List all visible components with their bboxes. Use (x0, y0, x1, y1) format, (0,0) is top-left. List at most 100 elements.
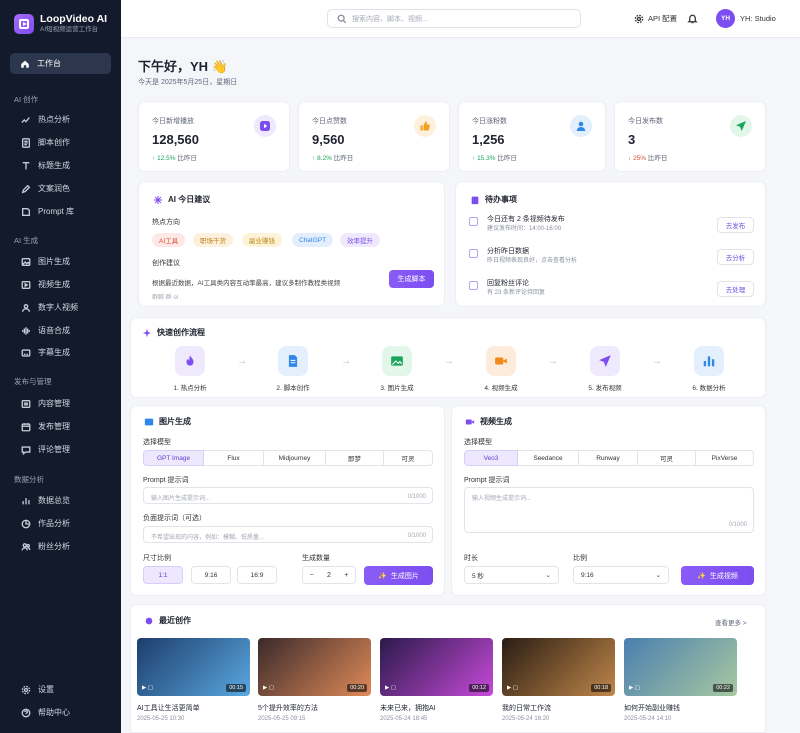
duration-select[interactable]: 5 秒 ⌄ (464, 566, 559, 584)
sidebar-item-title-gen[interactable]: 标题生成 (20, 160, 70, 171)
arrow-right-icon: → (444, 356, 454, 367)
image-model-selector[interactable]: GPT Image Flux Midjourney 即梦 可灵 (143, 450, 433, 466)
sidebar-item-digital-human[interactable]: 数字人视频 (20, 302, 78, 313)
ratio-option[interactable]: 9:16 (191, 566, 231, 584)
checkbox[interactable] (469, 249, 478, 258)
flow-step-image[interactable]: 3. 图片生成 (362, 346, 432, 392)
recent-thumbnail[interactable]: ▶ ▢ 00:20 (258, 638, 371, 696)
recent-thumbnail[interactable]: ▶ ▢ 00:22 (624, 638, 737, 696)
sidebar-item-content-mgmt[interactable]: 内容管理 (20, 398, 70, 409)
model-option[interactable]: 即梦 (326, 450, 384, 466)
recent-title[interactable]: 我的日常工作流 (502, 703, 551, 713)
model-option[interactable]: Midjourney (264, 450, 326, 466)
sidebar-item-data-overview[interactable]: 数据总览 (20, 495, 70, 506)
recent-thumbnail[interactable]: ▶ ▢ 00:12 (380, 638, 493, 696)
page-title: 下午好，YH 👋 (138, 59, 228, 74)
chevron-down-icon: ⌄ (655, 572, 661, 579)
go-analyze-button[interactable]: 去分析 (717, 249, 754, 265)
search-input[interactable]: 搜索内容、脚本、视频... (327, 9, 581, 28)
model-option[interactable]: Flux (204, 450, 264, 466)
arrow-right-icon: → (652, 356, 662, 367)
ratio-option[interactable]: 16:9 (237, 566, 277, 584)
sidebar-item-script[interactable]: 脚本创作 (20, 137, 70, 148)
recent-title[interactable]: 如何开始副业赚钱 (624, 703, 680, 713)
user-menu[interactable]: YH YH: Studio (716, 9, 776, 28)
checkbox[interactable] (469, 217, 478, 226)
card-title: 最近创作 (159, 616, 191, 625)
sidebar-item-settings[interactable]: 设置 (20, 684, 54, 695)
tag-side-hustle[interactable]: 副业赚钱 (242, 233, 282, 247)
image-icon (20, 256, 31, 267)
model-option[interactable]: Seedance (518, 450, 579, 466)
model-option[interactable]: Runway (579, 450, 638, 466)
sidebar-item-work-analysis[interactable]: 作品分析 (20, 518, 70, 529)
quantity-stepper[interactable]: −2 + (302, 566, 356, 584)
tag-chatgpt[interactable]: ChatGPT (292, 233, 334, 247)
stat-card-plays[interactable]: 今日新增播放 128,560 ↑ 12.5% 比昨日 (138, 101, 290, 172)
view-more-link[interactable]: 查看更多 > (715, 617, 747, 627)
video-prompt-input[interactable]: 输入视频生成提示词... 0/1000 (464, 487, 754, 533)
sidebar-item-hot-analysis[interactable]: 热点分析 (20, 114, 70, 125)
recent-title[interactable]: 未来已来，拥抱AI (380, 703, 436, 713)
ratio-select[interactable]: 9:16 ⌄ (573, 566, 669, 584)
tag-career[interactable]: 职场干货 (193, 233, 233, 247)
sidebar-item-comment-mgmt[interactable]: 评论管理 (20, 444, 70, 455)
checkbox[interactable] (469, 281, 478, 290)
api-config-button[interactable]: API 配置 (633, 13, 677, 24)
sidebar-item-workbench[interactable]: 工作台 (10, 53, 111, 74)
edit-icon (20, 183, 31, 194)
ratio-option[interactable]: 1:1 (143, 566, 183, 584)
todo-item[interactable]: 今日还有 2 条视频待发布 建议发布时间：14:00-16:00 (469, 215, 565, 234)
page-date: 今天是 2025年5月25日，星期日 (138, 79, 238, 86)
image-prompt-input[interactable]: 输入图片生成提示词... 0/1000 (143, 487, 433, 504)
recent-title[interactable]: 5个提升效率的方法 (258, 703, 318, 713)
flow-step-analytics[interactable]: 6. 数据分析 (674, 346, 744, 392)
flow-step-video[interactable]: 4. 视频生成 (466, 346, 536, 392)
go-handle-button[interactable]: 去处理 (717, 281, 754, 297)
negative-prompt-input[interactable]: 不希望出现的内容，例如：模糊、低质量... 0/1000 (143, 526, 433, 543)
plus-icon[interactable]: + (344, 572, 348, 579)
stat-card-publishes[interactable]: 今日发布数 3 ↓ 25% 比昨日 (614, 101, 766, 172)
sidebar-item-subtitle[interactable]: 字幕生成 (20, 347, 70, 358)
create-suggest-label: 创作建议 (152, 260, 180, 267)
sidebar-item-voice[interactable]: 语音合成 (20, 325, 70, 336)
generate-image-button[interactable]: ✨ 生成图片 (364, 566, 433, 585)
sidebar-item-prompt-lib[interactable]: Prompt 库 (20, 206, 74, 217)
generate-script-button[interactable]: 生成脚本 (389, 270, 434, 288)
bell-icon[interactable] (687, 13, 698, 26)
model-option[interactable]: 可灵 (638, 450, 696, 466)
todo-item[interactable]: 分析昨日数据 昨日视频表现良好，点击查看分析 (469, 247, 577, 266)
stat-card-likes[interactable]: 今日点赞数 9,560 ↑ 8.2% 比昨日 (298, 101, 450, 172)
flow-step-script[interactable]: 2. 脚本创作 (258, 346, 328, 392)
sidebar-item-video-gen[interactable]: 视频生成 (20, 279, 70, 290)
recent-thumbnail[interactable]: ▶ ▢ 00:15 (137, 638, 250, 696)
calendar-icon (20, 421, 31, 432)
sidebar-item-help[interactable]: 帮助中心 (20, 707, 70, 718)
go-publish-button[interactable]: 去发布 (717, 217, 754, 233)
flow-step-publish[interactable]: 5. 发布视频 (570, 346, 640, 392)
stat-card-followers[interactable]: 今日涨粉数 1,256 ↑ 15.3% 比昨日 (458, 101, 606, 172)
sidebar-item-copy-polish[interactable]: 文案润色 (20, 183, 70, 194)
flow-step-hot[interactable]: 1. 热点分析 (155, 346, 225, 392)
nav-group-ai-create: AI 创作 (14, 95, 39, 104)
model-option[interactable]: PixVerse (696, 450, 754, 466)
recent-date: 2025-05-25 10:30 (137, 716, 185, 722)
model-option[interactable]: 可灵 (384, 450, 433, 466)
sidebar-item-publish-mgmt[interactable]: 发布管理 (20, 421, 70, 432)
recent-date: 2025-05-24 18:45 (380, 716, 428, 722)
video-model-selector[interactable]: Veo3 Seedance Runway 可灵 PixVerse (464, 450, 754, 466)
model-option[interactable]: Veo3 (464, 450, 518, 466)
brand[interactable]: LoopVideo AI AI短视频运营工作台 (14, 13, 107, 34)
tag-ai-tools[interactable]: AI工具 (152, 233, 186, 247)
recent-thumbnail[interactable]: ▶ ▢ 00:18 (502, 638, 615, 696)
sidebar-item-fan-analysis[interactable]: 粉丝分析 (20, 541, 70, 552)
sidebar-item-image-gen[interactable]: 图片生成 (20, 256, 70, 267)
tag-efficiency[interactable]: 效率提升 (340, 233, 380, 247)
model-option[interactable]: GPT Image (143, 450, 204, 466)
prompt-label: Prompt 提示词 (464, 477, 510, 484)
minus-icon[interactable]: − (310, 572, 314, 579)
todo-item[interactable]: 回复粉丝评论有 23 条新评论待回复 (469, 279, 545, 298)
generate-video-button[interactable]: ✨ 生成视频 (681, 566, 754, 585)
recent-title[interactable]: AI工具让生活更简单 (137, 703, 200, 713)
suggest-text: 根据最近数据，AI工具类内容互动率最高，建议多制作教程类视频 (152, 280, 341, 287)
